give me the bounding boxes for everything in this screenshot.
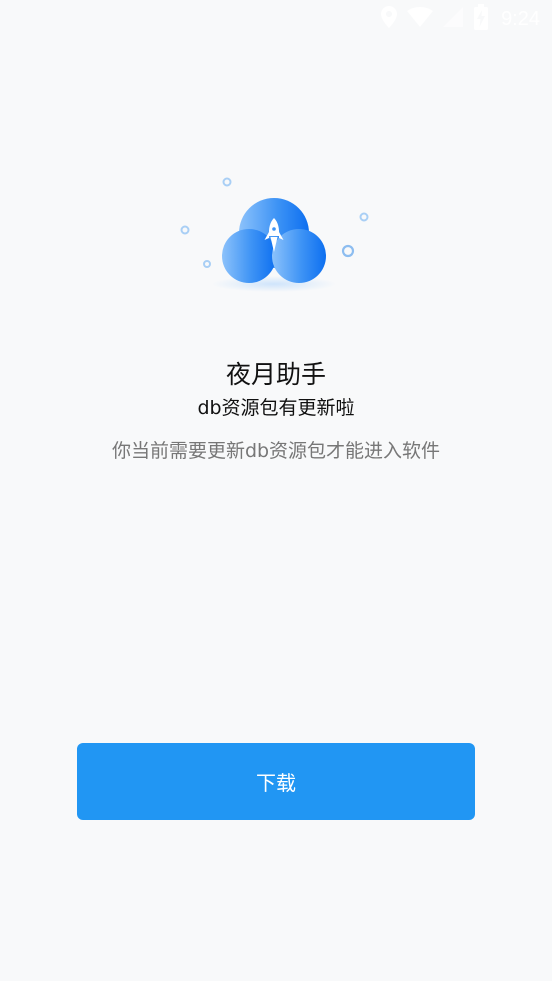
signal-icon xyxy=(443,7,464,31)
wifi-icon xyxy=(407,7,434,31)
download-button[interactable]: 下载 xyxy=(77,743,475,820)
update-description: 你当前需要更新db资源包才能进入软件 xyxy=(111,440,441,462)
battery-charging-icon xyxy=(473,4,489,34)
cloud-rocket-icon xyxy=(170,170,380,300)
status-bar: 9:24 xyxy=(0,0,552,38)
update-subtitle: db资源包有更新啦 xyxy=(197,397,355,419)
app-title: 夜月助手 xyxy=(225,360,326,389)
location-icon xyxy=(381,6,398,32)
status-time: 9:24 xyxy=(501,7,540,30)
status-icons: 9:24 xyxy=(381,4,540,34)
